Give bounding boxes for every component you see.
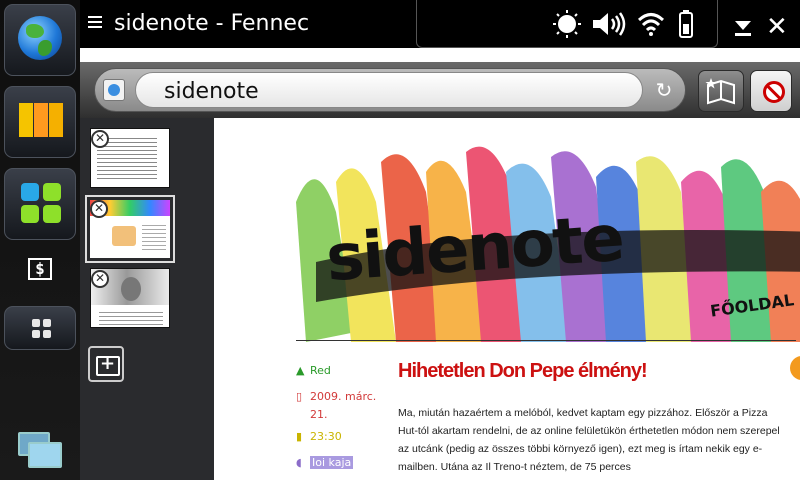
addon-block-button[interactable]	[750, 70, 792, 112]
post-day: 21.	[310, 408, 328, 421]
launcher-dock: $	[0, 0, 80, 480]
tab-close-icon[interactable]: ✕	[91, 130, 109, 148]
volume-icon	[593, 12, 626, 36]
post-time: ▮ 23:30	[296, 430, 342, 443]
url-input[interactable]: sidenote	[135, 72, 643, 108]
tab-sidebar: ✕ ✕ ✕	[80, 118, 210, 480]
reload-icon[interactable]: ↻	[651, 77, 677, 103]
brightness-icon	[553, 10, 581, 38]
minimize-icon[interactable]	[734, 19, 752, 39]
post-date: ▯ 2009. márc.	[296, 390, 377, 403]
dock-applications-button[interactable]	[4, 168, 76, 240]
url-text: sidenote	[164, 79, 259, 104]
bookmark-star-book-icon	[705, 78, 735, 105]
new-tab-button[interactable]	[88, 346, 124, 382]
side-widget-edge	[790, 356, 800, 380]
battery-icon	[679, 10, 693, 38]
post-tag[interactable]: ◖ Ioi kaja	[296, 456, 354, 469]
bookmark-button[interactable]	[698, 70, 744, 112]
dock-browser-button[interactable]	[4, 4, 76, 76]
post-body: Ma, miután hazaértem a melóból, kedvet k…	[398, 407, 780, 473]
menu-icon[interactable]	[88, 16, 102, 30]
status-area[interactable]	[416, 0, 718, 48]
page-edge	[210, 118, 214, 480]
dock-contacts-button[interactable]	[4, 86, 76, 158]
clock-icon: ▮	[296, 430, 303, 443]
applications-icon	[21, 183, 61, 223]
tag-icon: ◖	[296, 456, 302, 469]
web-page: sidenote FŐOLDAL ▲ Red ▯ 2009. márc. 21. ▮…	[210, 118, 800, 480]
dashboard-icon	[32, 319, 52, 339]
title-bar: sidenote - Fennec ✕	[80, 0, 800, 50]
no-entry-icon	[763, 81, 785, 103]
status-icons	[553, 10, 693, 38]
top-band	[80, 48, 800, 62]
browser-globe-icon	[18, 16, 62, 60]
url-bar: sidenote ↻	[94, 68, 686, 112]
site-banner[interactable]: sidenote FŐOLDAL	[296, 142, 800, 342]
terminal-icon[interactable]: $	[0, 258, 80, 280]
browser-window: sidenote ↻ ✕ ✕ ✕ + sidenote FŐOLDAL ▲ Re…	[80, 48, 800, 480]
screen: $ sidenote - Fennec ✕ sidenote ↻ ✕ ✕ ✕ +…	[0, 0, 800, 480]
calendar-icon: ▯	[296, 390, 303, 403]
author-icon: ▲	[296, 364, 305, 377]
banner-divider	[296, 340, 796, 341]
window-title[interactable]: sidenote - Fennec	[114, 11, 309, 36]
task-switcher-icon[interactable]	[18, 432, 62, 468]
browser-toolbar: sidenote ↻	[80, 62, 800, 118]
tab-close-icon[interactable]: ✕	[90, 200, 108, 218]
post-author[interactable]: ▲ Red	[296, 364, 331, 377]
post-title[interactable]: Hihetetlen Don Pepe élmény!	[398, 360, 648, 383]
site-identity-icon[interactable]	[103, 79, 125, 101]
close-window-button[interactable]: ✕	[766, 14, 788, 40]
wifi-icon	[637, 13, 665, 36]
tab-close-icon[interactable]: ✕	[91, 270, 109, 288]
dock-dashboard-button[interactable]	[4, 306, 76, 350]
